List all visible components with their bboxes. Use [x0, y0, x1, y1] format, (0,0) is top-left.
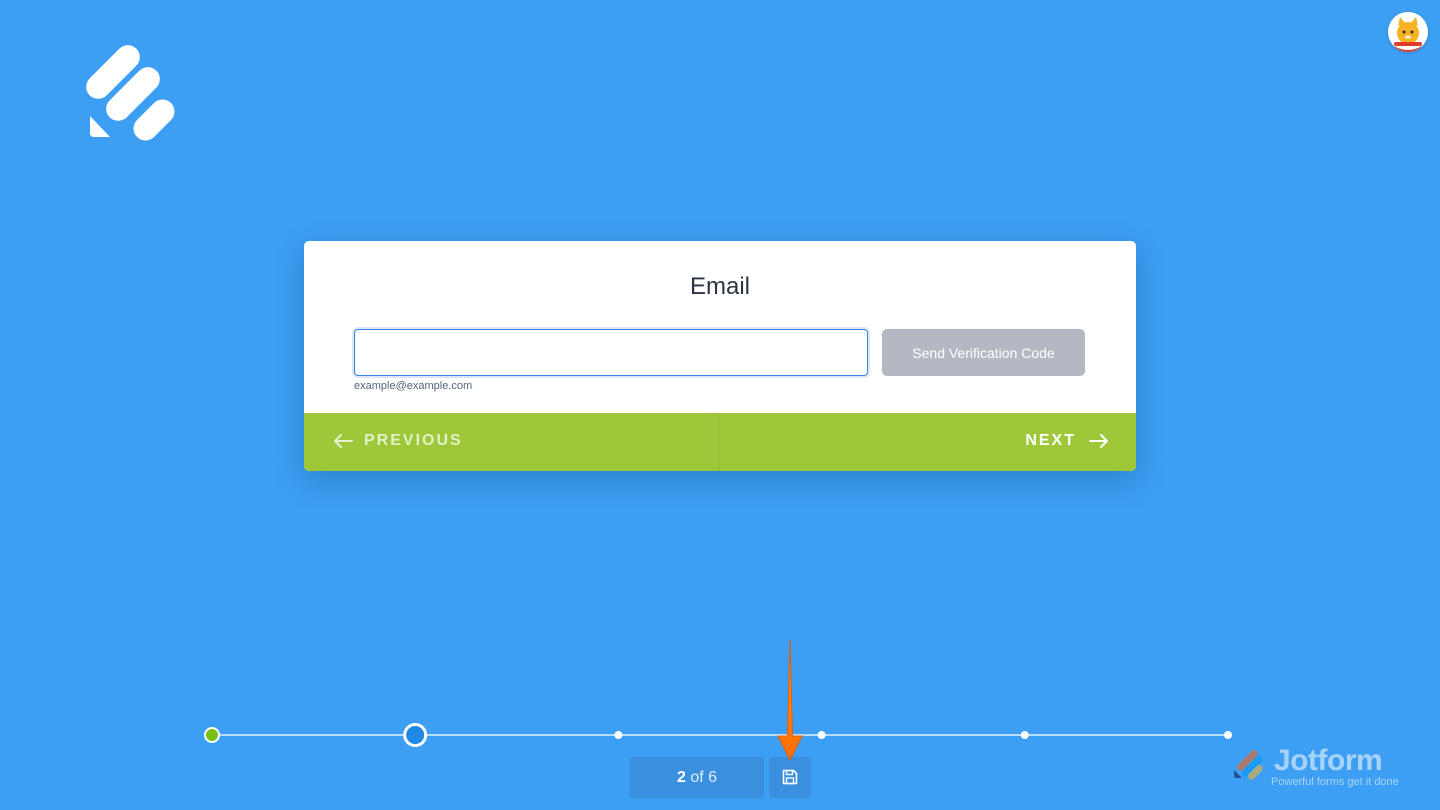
progress-step-upcoming[interactable]: [817, 731, 826, 739]
progress-step-completed[interactable]: [204, 727, 220, 743]
save-button[interactable]: [769, 757, 811, 798]
progress-stepper: [204, 723, 1232, 747]
navigation-bar: PREVIOUS NEXT: [304, 413, 1136, 471]
progress-step-upcoming[interactable]: [1224, 731, 1232, 739]
total-pages-text: of 6: [685, 769, 718, 786]
question-label: Email: [689, 273, 750, 300]
brand-tagline: Powerful forms get it done: [1271, 776, 1399, 788]
form-card: Email example@example.com Send Verificat…: [304, 241, 1136, 471]
next-button[interactable]: NEXT: [720, 413, 1136, 471]
email-sublabel: example@example.com: [354, 380, 473, 392]
app-logo-icon: [86, 42, 178, 142]
brand-name: Jotform: [1274, 744, 1383, 777]
user-avatar-icon[interactable]: [1388, 12, 1428, 52]
floppy-disk-icon: [782, 769, 798, 785]
arrow-down-pointer-icon: [777, 640, 803, 762]
progress-step-current[interactable]: [403, 723, 428, 747]
jotform-logo-icon: [1234, 750, 1263, 780]
send-verification-code-button[interactable]: Send Verification Code: [882, 329, 1085, 376]
page-indicator: 2 of 6: [630, 757, 764, 798]
progress-step-upcoming[interactable]: [1020, 731, 1029, 739]
arrow-left-icon: [334, 434, 353, 448]
previous-button[interactable]: PREVIOUS: [304, 413, 719, 471]
next-button-label: NEXT: [1025, 432, 1076, 449]
email-input[interactable]: [354, 329, 868, 376]
current-page-number: 2: [676, 769, 686, 786]
progress-step-upcoming[interactable]: [614, 731, 623, 739]
jotform-branding[interactable]: Jotform Powerful forms get it done: [1232, 742, 1412, 790]
arrow-right-icon: [1089, 434, 1108, 448]
previous-button-label: PREVIOUS: [364, 432, 463, 449]
